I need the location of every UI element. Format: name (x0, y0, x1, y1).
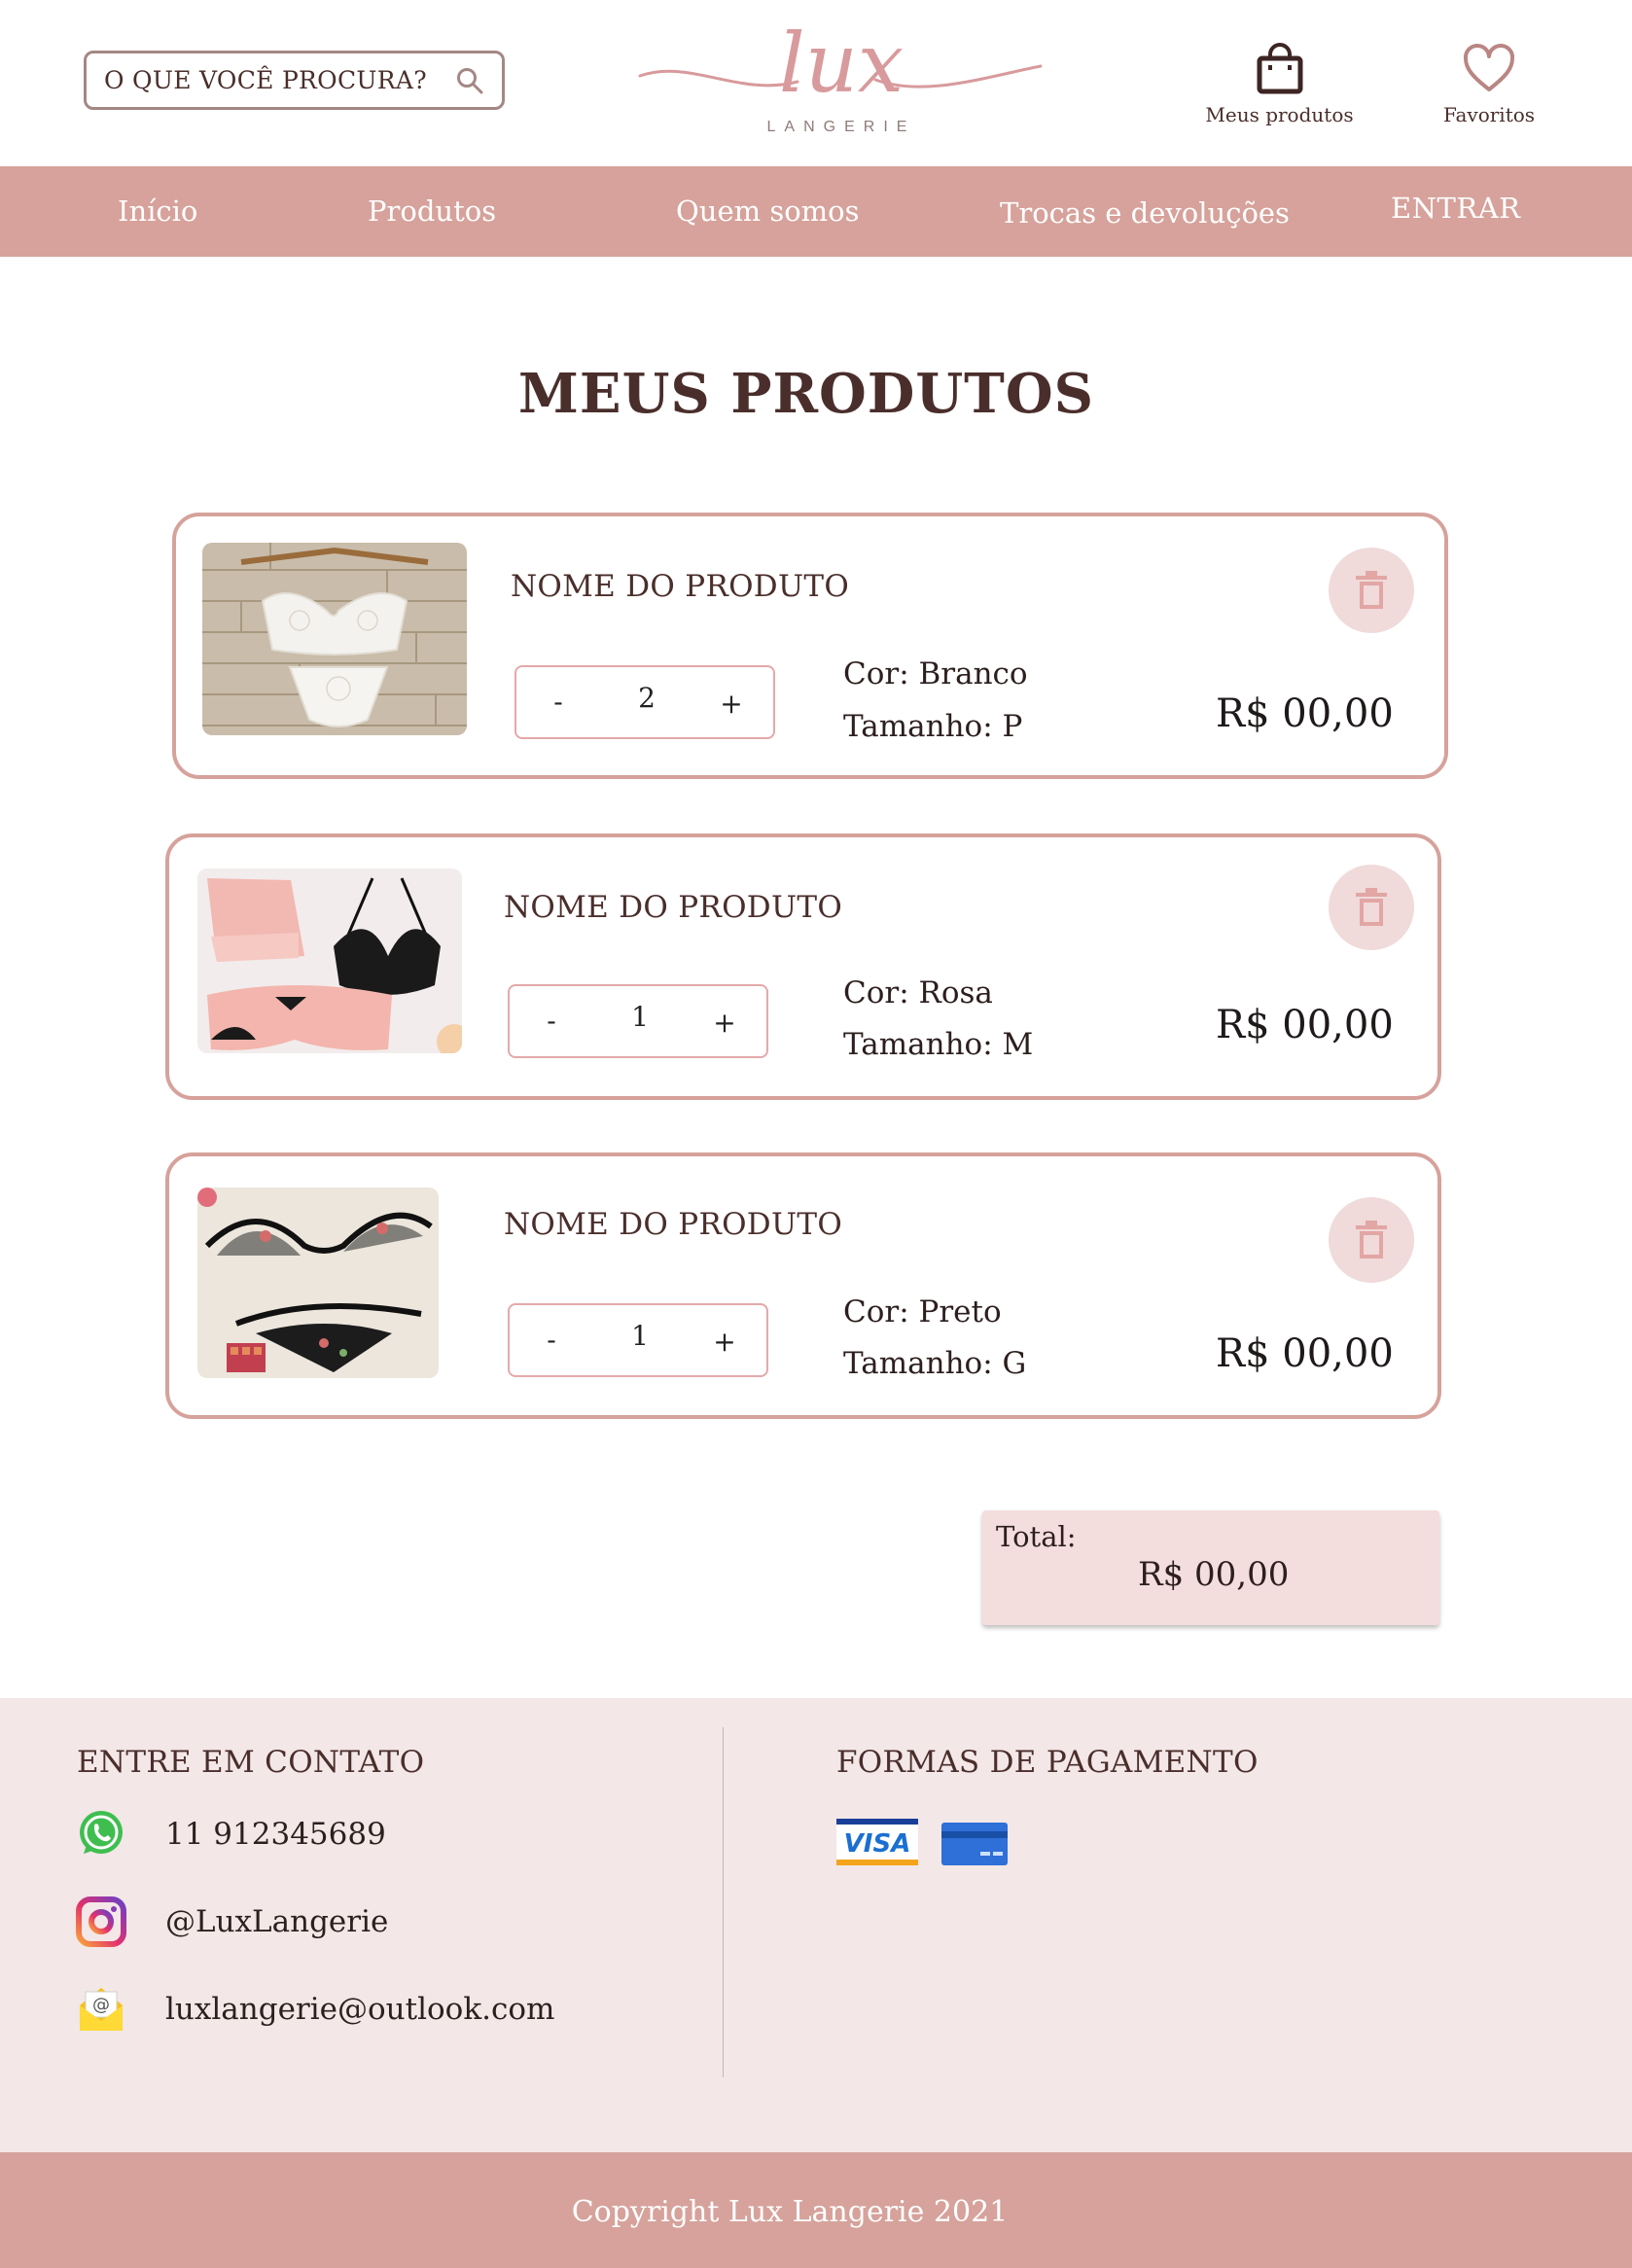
page-title: MEUS PRODUTOS (517, 362, 1095, 426)
order-total: Total: R$ 00,00 (982, 1510, 1439, 1625)
product-price: R$ 00,00 (1216, 691, 1394, 736)
nav-item-home[interactable]: Início (118, 166, 197, 257)
favorites-button[interactable]: Favoritos (1436, 43, 1543, 126)
product-size: Tamanho: M (843, 1027, 1034, 1062)
product-size: Tamanho: P (843, 709, 1023, 744)
remove-item-button[interactable] (1329, 865, 1414, 950)
product-name: NOME DO PRODUTO (504, 890, 843, 925)
product-image[interactable] (202, 543, 467, 735)
quantity-stepper: - 1 + (508, 984, 768, 1058)
instagram-icon (76, 1896, 126, 1947)
trash-icon (1356, 888, 1387, 926)
footer: ENTRE EM CONTATO 11 912345689 @LuxLanger… (0, 1698, 1632, 2152)
cart-item: NOME DO PRODUTO - 2 + Cor: Branco Tamanh… (172, 513, 1448, 779)
logo-subtitle: LANGERIE (766, 119, 916, 135)
whatsapp-icon (80, 1811, 123, 1854)
total-value: R$ 00,00 (1138, 1555, 1290, 1594)
favorites-label: Favoritos (1442, 103, 1536, 126)
contact-phone[interactable]: 11 912345689 (76, 1807, 386, 1861)
product-image[interactable] (197, 1187, 439, 1378)
main-nav: Início Produtos Quem somos Trocas e devo… (0, 166, 1632, 257)
product-name: NOME DO PRODUTO (511, 569, 850, 604)
product-color: Cor: Preto (843, 1294, 1002, 1329)
header: O QUE VOCÊ PROCURA? lux LANGERIE Meus pr… (0, 0, 1632, 166)
nav-item-products[interactable]: Produtos (368, 166, 496, 257)
my-products-label: Meus produtos (1205, 103, 1354, 126)
decrease-quantity-button[interactable]: - (544, 685, 573, 720)
phone-number: 11 912345689 (165, 1817, 386, 1852)
visa-logo: VISA (836, 1819, 918, 1865)
shopping-bag-icon (1257, 43, 1302, 94)
decrease-quantity-button[interactable]: - (537, 1323, 566, 1358)
quantity-value[interactable]: 1 (621, 1000, 659, 1035)
svg-text:@: @ (92, 1995, 110, 2015)
cart-item: NOME DO PRODUTO - 1 + Cor: Preto Tamanho… (165, 1152, 1441, 1419)
email-icon: @ (80, 1988, 123, 2031)
nav-item-returns[interactable]: Trocas e devoluções (1000, 168, 1290, 259)
trash-icon (1356, 571, 1387, 609)
logo-word: lux (778, 16, 905, 111)
decrease-quantity-button[interactable]: - (537, 1004, 566, 1039)
product-price: R$ 00,00 (1216, 1003, 1394, 1047)
product-size: Tamanho: G (843, 1346, 1027, 1381)
product-color: Cor: Branco (843, 656, 1028, 691)
search-icon[interactable] (455, 66, 484, 95)
visa-text: VISA (844, 1829, 911, 1859)
contact-title: ENTRE EM CONTATO (77, 1745, 425, 1780)
heart-icon (1463, 44, 1515, 91)
copyright-text: Copyright Lux Langerie 2021 (571, 2195, 1009, 2229)
email-address: luxlangerie@outlook.com (165, 1992, 555, 2027)
contact-email[interactable]: @ luxlangerie@outlook.com (76, 1982, 554, 2037)
product-image[interactable] (197, 868, 462, 1053)
login-button[interactable]: ENTRAR (1391, 163, 1521, 254)
contact-instagram[interactable]: @LuxLangerie (76, 1895, 388, 1949)
quantity-value[interactable]: 1 (621, 1319, 659, 1354)
search-box[interactable]: O QUE VOCÊ PROCURA? (84, 51, 505, 110)
instagram-handle: @LuxLangerie (165, 1904, 389, 1939)
total-label: Total: (996, 1520, 1077, 1553)
search-label: O QUE VOCÊ PROCURA? (104, 66, 427, 94)
increase-quantity-button[interactable]: + (710, 1325, 739, 1360)
product-name: NOME DO PRODUTO (504, 1207, 843, 1242)
cart-item: NOME DO PRODUTO - 1 + Cor: Rosa Tamanho:… (165, 833, 1441, 1100)
quantity-value[interactable]: 2 (627, 681, 666, 716)
product-price: R$ 00,00 (1216, 1331, 1394, 1376)
remove-item-button[interactable] (1329, 1197, 1414, 1283)
increase-quantity-button[interactable]: + (710, 1006, 739, 1041)
copyright-bar: Copyright Lux Langerie 2021 (0, 2152, 1632, 2268)
credit-card-icon (941, 1823, 1008, 1865)
payment-title: FORMAS DE PAGAMENTO (836, 1745, 1259, 1780)
product-color: Cor: Rosa (843, 975, 993, 1010)
my-products-button[interactable]: Meus produtos (1204, 43, 1355, 126)
footer-divider (723, 1727, 724, 2077)
quantity-stepper: - 2 + (514, 665, 775, 739)
quantity-stepper: - 1 + (508, 1303, 768, 1377)
increase-quantity-button[interactable]: + (717, 687, 746, 722)
trash-icon (1356, 1221, 1387, 1258)
nav-item-about-us[interactable]: Quem somos (676, 166, 860, 257)
remove-item-button[interactable] (1329, 548, 1414, 633)
logo[interactable]: lux LANGERIE (632, 10, 1050, 146)
